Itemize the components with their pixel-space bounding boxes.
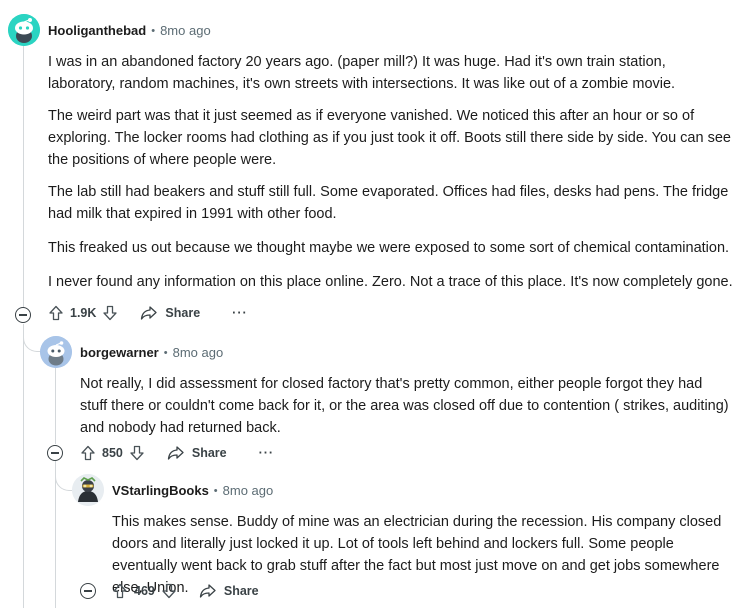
share-icon: [199, 584, 216, 598]
vote-count: 469: [134, 584, 155, 598]
share-label: Share: [191, 446, 227, 460]
upvote-icon: [49, 305, 63, 321]
share-label: Share: [165, 306, 201, 320]
comment-meta: Hooliganthebad • 8mo ago: [48, 23, 211, 38]
share-label: Share: [223, 584, 259, 598]
comment-actions: 1.9K Share ···: [48, 305, 248, 321]
avatar[interactable]: [8, 14, 40, 46]
upvote-button[interactable]: [112, 583, 128, 599]
comment-age[interactable]: 8mo ago: [160, 23, 211, 38]
avatar[interactable]: [40, 336, 72, 368]
snoo-avatar-icon: [8, 14, 40, 46]
comment-actions: 850 Share ···: [80, 445, 274, 461]
comment-author[interactable]: VStarlingBooks: [112, 483, 209, 498]
downvote-icon: [103, 305, 118, 321]
thread-elbow-reply-2: [55, 460, 73, 491]
downvote-icon: [130, 445, 144, 461]
share-icon: [141, 306, 158, 320]
downvote-icon: [162, 583, 176, 599]
share-icon: [167, 446, 184, 460]
separator-dot: •: [151, 24, 156, 37]
collapse-icon[interactable]: [47, 445, 63, 461]
thread-line-level-1-lower: [23, 324, 24, 608]
share-button[interactable]: Share: [167, 445, 227, 461]
upvote-icon: [113, 583, 127, 599]
comment-body: Not really, I did assessment for closed …: [80, 373, 732, 439]
comment-age[interactable]: 8mo ago: [223, 483, 274, 498]
share-button[interactable]: Share: [140, 305, 200, 321]
collapse-icon[interactable]: [15, 307, 31, 323]
comment-paragraph: I was in an abandoned factory 20 years a…: [48, 54, 676, 92]
thread-line-level-1: [23, 46, 24, 308]
more-icon[interactable]: ···: [232, 306, 248, 320]
collapse-icon[interactable]: [80, 583, 96, 599]
upvote-button[interactable]: [48, 305, 64, 321]
thread-line-level-2: [55, 368, 56, 444]
upvote-icon: [81, 445, 95, 461]
comment-actions: 469 Share: [112, 583, 259, 599]
comment-meta: borgewarner • 8mo ago: [80, 345, 223, 360]
separator-dot: •: [163, 346, 168, 359]
comment-paragraph: I never found any information on this pl…: [48, 274, 733, 290]
upvote-button[interactable]: [80, 445, 96, 461]
comment-paragraph: The weird part was that it just seemed a…: [48, 108, 731, 168]
comment-paragraph: This freaked us out because we thought m…: [48, 240, 730, 256]
downvote-button[interactable]: [102, 305, 118, 321]
thread-elbow-reply-1: [23, 324, 40, 352]
avatar[interactable]: [72, 474, 104, 506]
downvote-button[interactable]: [161, 583, 177, 599]
comment-body: I was in an abandoned factory 20 years a…: [48, 51, 734, 293]
comment-meta: VStarlingBooks • 8mo ago: [112, 483, 273, 498]
vote-count: 850: [102, 446, 123, 460]
comment-paragraph: The lab still had beakers and stuff stil…: [48, 184, 729, 222]
share-button[interactable]: Share: [199, 583, 259, 599]
comment-author[interactable]: Hooliganthebad: [48, 23, 146, 38]
more-icon[interactable]: ···: [259, 446, 275, 460]
vote-count: 1.9K: [70, 306, 97, 320]
downvote-button[interactable]: [129, 445, 145, 461]
comment-paragraph: Not really, I did assessment for closed …: [80, 376, 729, 436]
separator-dot: •: [213, 484, 218, 497]
comment-age[interactable]: 8mo ago: [173, 345, 224, 360]
snoo-avatar-icon: [40, 336, 72, 368]
comment-author[interactable]: borgewarner: [80, 345, 159, 360]
custom-avatar-icon: [72, 474, 104, 506]
